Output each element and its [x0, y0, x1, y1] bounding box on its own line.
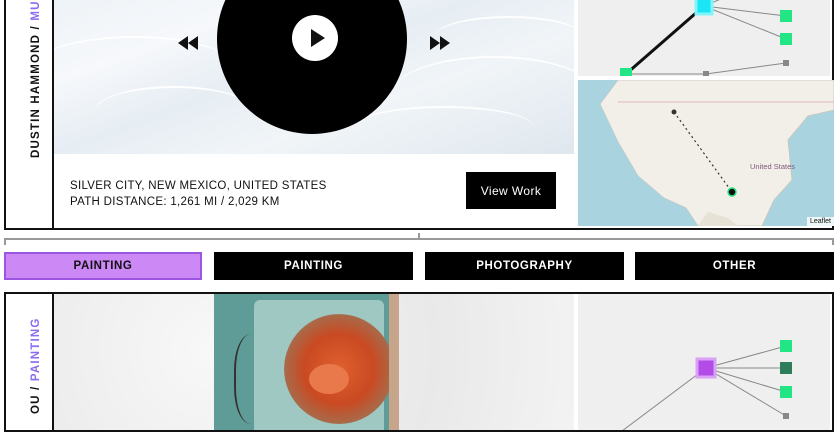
- artist-vertical-label: DUSTIN HAMMOND / MUSIC: [6, 0, 54, 228]
- connection-graph-svg: [622, 340, 792, 430]
- path-distance-text: PATH DISTANCE: 1,261 MI / 2,029 KM: [70, 196, 280, 208]
- rewind-icon[interactable]: [178, 36, 202, 50]
- connection-graph[interactable]: [578, 294, 830, 430]
- graph-node[interactable]: [780, 386, 792, 398]
- artist-vertical-label: OU / PAINTING: [6, 294, 54, 430]
- graph-node[interactable]: [780, 33, 792, 45]
- tab-painting-active[interactable]: PAINTING: [4, 252, 202, 280]
- section-divider: [4, 233, 834, 245]
- music-player-background: [54, 0, 574, 154]
- artwork-info: SILVER CITY, NEW MEXICO, UNITED STATES P…: [54, 154, 574, 228]
- graph-node[interactable]: [780, 10, 792, 22]
- artist-category[interactable]: MUSIC: [30, 0, 42, 21]
- graph-node[interactable]: [620, 68, 632, 80]
- map-attribution[interactable]: Leaflet: [806, 217, 834, 226]
- tab-other[interactable]: OTHER: [635, 252, 834, 280]
- painting-artwork: [214, 294, 399, 430]
- fast-forward-icon[interactable]: [430, 36, 454, 50]
- graph-node-selected[interactable]: [694, 0, 714, 16]
- connection-graph[interactable]: [578, 0, 830, 80]
- location-text: SILVER CITY, NEW MEXICO, UNITED STATES: [70, 180, 327, 192]
- artist-card-top: DUSTIN HAMMOND / MUSIC SILVER CITY, NEW …: [4, 0, 834, 230]
- artist-name[interactable]: OU: [30, 394, 42, 414]
- artist-name[interactable]: DUSTIN HAMMOND: [30, 34, 42, 158]
- tab-photography[interactable]: PHOTOGRAPHY: [425, 252, 624, 280]
- graph-node[interactable]: [703, 71, 709, 77]
- artist-card-bottom: OU / PAINTING: [4, 292, 834, 432]
- route-map-svg: [578, 80, 834, 226]
- graph-node[interactable]: [783, 413, 789, 419]
- tab-painting[interactable]: PAINTING: [214, 252, 413, 280]
- route-map[interactable]: United States Leaflet: [578, 80, 834, 226]
- graph-node[interactable]: [780, 362, 792, 374]
- view-work-button[interactable]: View Work: [466, 172, 556, 209]
- play-icon[interactable]: [292, 15, 338, 61]
- painting-image[interactable]: [54, 294, 574, 430]
- graph-node-selected[interactable]: [695, 357, 717, 379]
- graph-node[interactable]: [780, 340, 792, 352]
- map-country-label: United States: [750, 162, 796, 171]
- connection-graph-svg: [620, 0, 792, 80]
- graph-node[interactable]: [783, 60, 789, 66]
- artist-category[interactable]: PAINTING: [30, 317, 42, 381]
